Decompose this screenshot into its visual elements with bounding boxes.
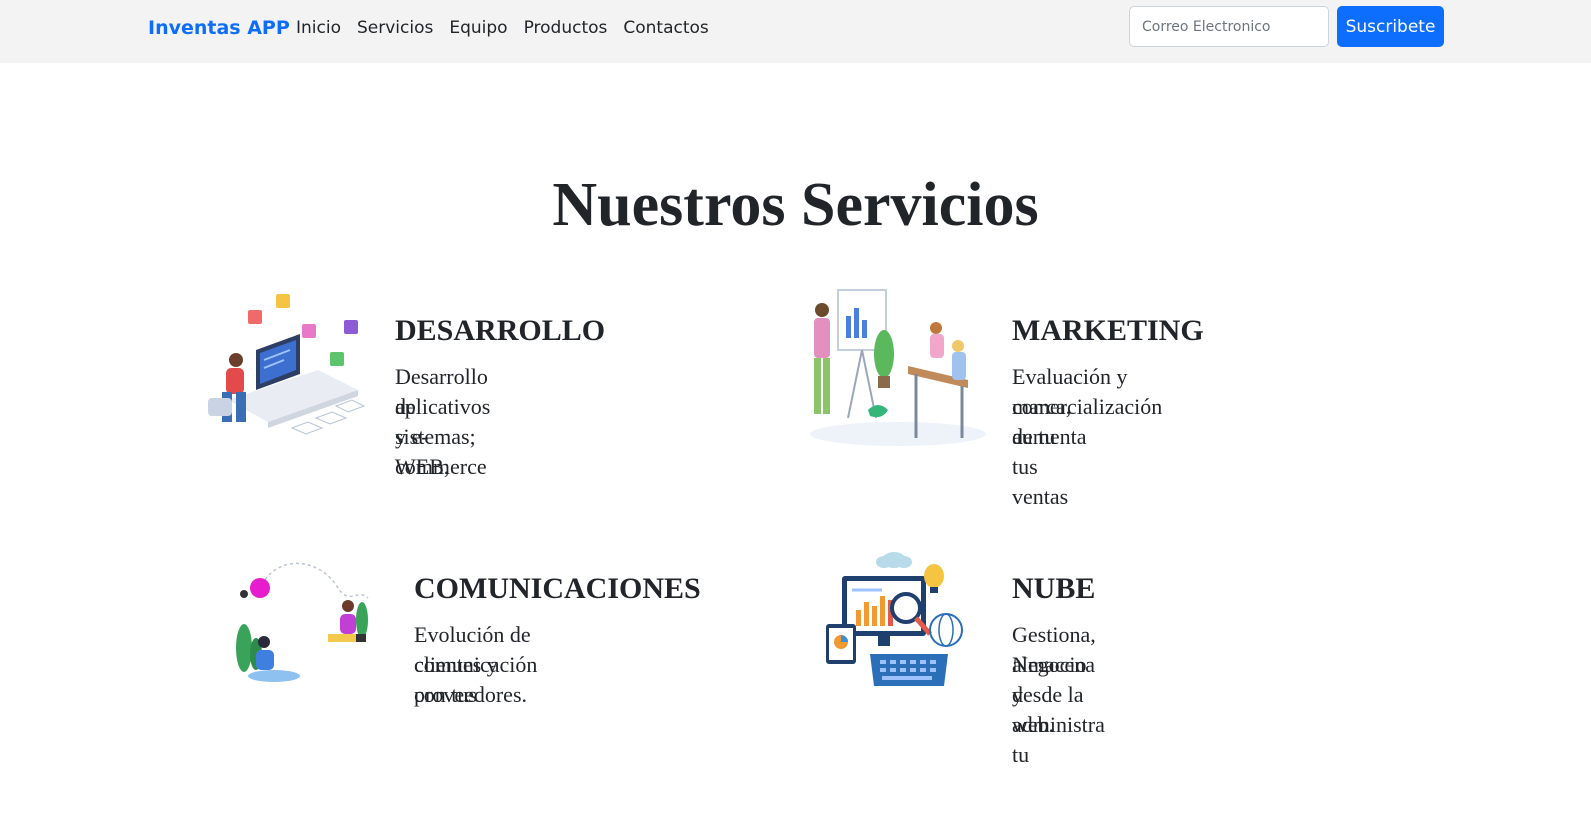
nav-link-equipo[interactable]: Equipo [449,16,507,40]
nav-link-contactos[interactable]: Contactos [623,16,708,40]
nav-links: Inicio Servicios Equipo Productos Contac… [296,16,725,40]
developer-illustration-icon [208,294,366,435]
marketing-illustration-icon [810,289,986,446]
service-desc-nube-line2: Negocio desde la web. [1012,652,1087,737]
cloud-illustration-icon [826,552,963,686]
service-desc-marketing-line2: marca, aumenta tus ventas [1012,394,1087,509]
nav-link-servicios[interactable]: Servicios [357,16,433,40]
subscribe-button[interactable]: Suscribete [1337,6,1444,47]
communications-illustration-icon [236,562,369,682]
nav-link-inicio[interactable]: Inicio [296,16,341,40]
email-field[interactable] [1129,6,1329,47]
service-title-comunicaciones: COMUNICACIONES [414,572,701,605]
service-desc-comunicaciones-line2: clientes y proveedores. [414,652,528,707]
service-title-desarrollo: DESARROLLO [395,314,606,347]
service-desc-desarrollo-line2: aplicativos y e-commerce [395,394,491,479]
service-title-nube: NUBE [1012,572,1096,605]
nav-link-productos[interactable]: Productos [524,16,608,40]
section-title: Nuestros Servicios [552,171,1039,239]
navbar: Inventas APP Inicio Servicios Equipo Pro… [0,0,1591,63]
brand-logo[interactable]: Inventas APP [148,16,290,40]
service-title-marketing: MARKETING [1012,314,1204,347]
